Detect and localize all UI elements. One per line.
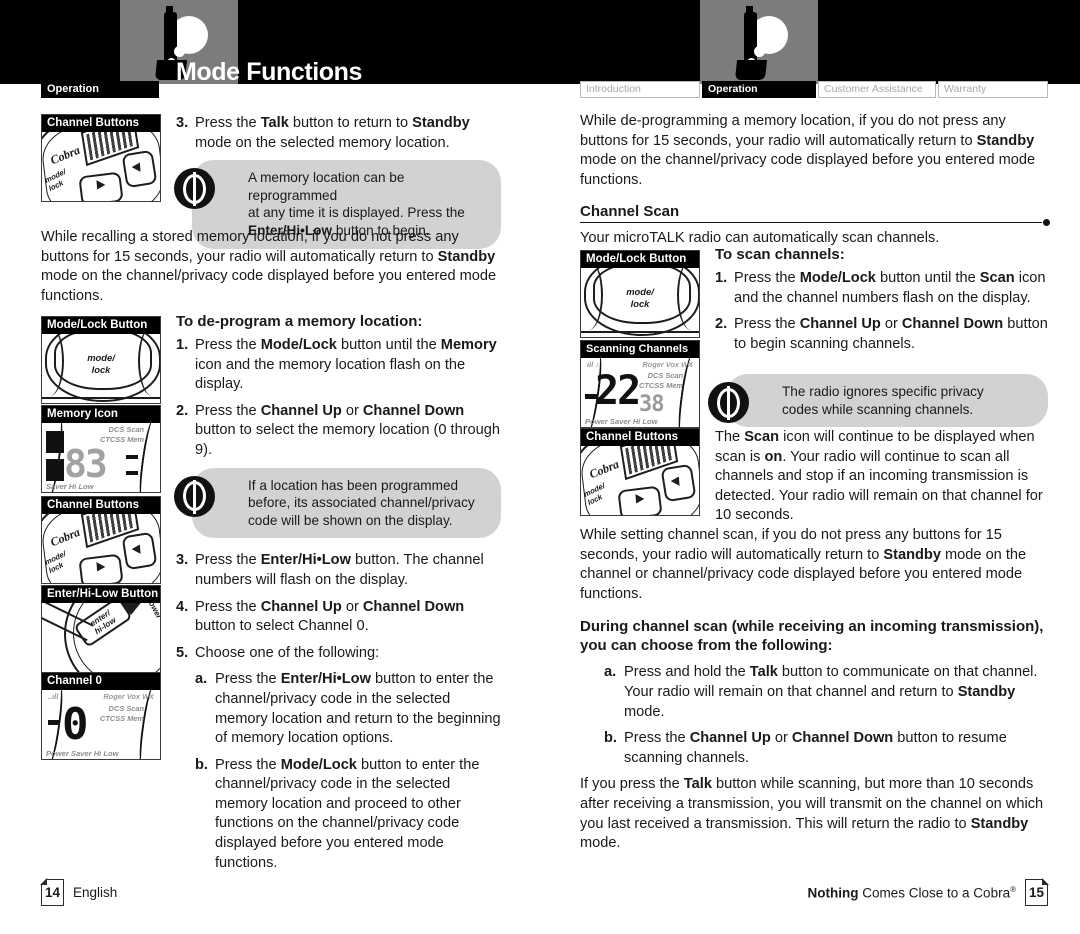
step-1: 1. Press the Mode/Lock button until the … bbox=[176, 337, 497, 393]
figure-art: mode/lock bbox=[42, 334, 160, 403]
step-4: 4. Press the Channel Up or Channel Down … bbox=[176, 598, 465, 635]
para-final: If you press the Talk button while scann… bbox=[580, 776, 1044, 852]
para-scan-icon: The Scan icon will continue to be displa… bbox=[715, 429, 1043, 524]
scan-substep-a: a. Press and hold the Talk button to com… bbox=[604, 664, 1038, 720]
step-3b: 3. Press the Enter/Hi•Low button. The ch… bbox=[176, 552, 484, 588]
heading-deprogram: To de-program a memory location: bbox=[176, 313, 423, 330]
figure-scanning-channels: Scanning Channels ıll ♪ Roger Vox WX DCS… bbox=[580, 340, 700, 428]
section-tabs: Introduction Operation Customer Assistan… bbox=[580, 81, 1048, 98]
figure-art: mode/lock bbox=[581, 268, 699, 337]
footer-right: Nothing Comes Close to a Cobra® 15 bbox=[807, 878, 1049, 906]
lcd-digits: 22 bbox=[595, 368, 641, 414]
lcd-footer: Power Saver Hi Low bbox=[585, 417, 658, 426]
heading-dot bbox=[1043, 219, 1050, 227]
figure-mode-lock-button-right: Mode/Lock Button mode/lock bbox=[580, 250, 700, 338]
tip-callout-programmed: If a location has been programmed before… bbox=[174, 467, 501, 539]
figure-art: DCS Scan CTCSS Mem 83 Saver Hi Low bbox=[42, 423, 160, 492]
right-column-bottom: While setting channel scan, if you do no… bbox=[580, 526, 1050, 867]
to-scan-block: To scan channels: 1. Press the Mode/Lock… bbox=[715, 246, 1050, 361]
tip-callout-privacy-codes: The radio ignores specific privacy codes… bbox=[708, 374, 1048, 428]
figure-channel-buttons-right: Channel Buttons Cobra mode/lock bbox=[580, 428, 700, 516]
scan-step-1: 1. Press the Mode/Lock button until the … bbox=[715, 270, 1046, 306]
mode-lock-label: mode/lock bbox=[626, 286, 654, 309]
figure-caption: Channel Buttons bbox=[42, 497, 160, 514]
figure-art: ıll ♪ Roger Vox WX DCS Scan CTCSS Mem 22… bbox=[581, 358, 699, 427]
step-3: 3. Press the Talk button to return to St… bbox=[176, 115, 470, 151]
figure-channel-buttons: Channel Buttons Cobra mode/lock bbox=[41, 114, 161, 202]
tip-wrap-right: The radio ignores specific privacy codes… bbox=[708, 374, 1048, 428]
figure-caption: Mode/Lock Button bbox=[42, 317, 160, 334]
step-2: 2. Press the Channel Up or Channel Down … bbox=[176, 402, 501, 458]
info-icon bbox=[708, 382, 749, 423]
heading-during-scan: During channel scan (while receiving an … bbox=[580, 618, 1044, 655]
figure-art: ..ıll Roger Vox WX DCS Scan CTCSS Mem 0 … bbox=[42, 690, 160, 759]
figure-enter-hilow-button: Enter/Hi-Low Button Power enter/hi-low bbox=[41, 585, 161, 673]
during-scan-substeps: a. Press and hold the Talk button to com… bbox=[604, 663, 1050, 768]
radio-icon bbox=[724, 6, 794, 80]
lcd-tags-top: DCS Scan bbox=[108, 425, 144, 434]
figure-art: Cobra mode/lock bbox=[581, 446, 699, 515]
figure-channel-buttons-2: Channel Buttons Cobra mode/lock bbox=[41, 496, 161, 584]
lcd-tags-top: DCS Scan bbox=[108, 704, 144, 713]
heading-channel-scan: Channel Scan bbox=[580, 203, 1050, 227]
manual-page-spread: Mode Functions Operation Introduction Op… bbox=[0, 0, 1080, 934]
tab-operation[interactable]: Operation bbox=[702, 81, 816, 98]
right-column-top: While de-programming a memory location, … bbox=[580, 112, 1050, 255]
para-deprogramming: While de-programming a memory location, … bbox=[580, 113, 1036, 188]
page-number-right: 15 bbox=[1025, 878, 1049, 906]
lcd-digits: 0 bbox=[62, 699, 88, 750]
figure-art: Power enter/hi-low bbox=[42, 603, 160, 672]
figure-caption: Memory Icon bbox=[42, 406, 160, 423]
lcd-footer: Saver Hi Low bbox=[46, 482, 94, 491]
figure-art: Cobra mode/lock bbox=[42, 132, 160, 201]
heading-rule bbox=[580, 221, 1042, 224]
substep-b: b. Press the Mode/Lock button to enter t… bbox=[195, 756, 480, 871]
scan-substep-b: b. Press the Channel Up or Channel Down … bbox=[604, 730, 1007, 766]
tab-warranty[interactable]: Warranty bbox=[938, 81, 1048, 98]
lcd-tags-bottom: CTCSS Mem bbox=[100, 714, 144, 723]
info-icon bbox=[174, 168, 215, 210]
figure-art: Cobra mode/lock bbox=[42, 514, 160, 583]
page-title: Mode Functions bbox=[176, 58, 363, 86]
footer-left: 14 English bbox=[40, 878, 118, 906]
mode-lock-label: mode/lock bbox=[87, 352, 115, 375]
figure-caption: Enter/Hi-Low Button bbox=[42, 586, 160, 603]
lcd-digits: 83 bbox=[64, 442, 108, 486]
figure-channel-0: Channel 0 ..ıll Roger Vox WX DCS Scan CT… bbox=[41, 672, 161, 760]
logo-box-right bbox=[700, 0, 818, 84]
para-recall: While recalling a stored memory location… bbox=[41, 229, 497, 304]
tab-customer-assistance[interactable]: Customer Assistance bbox=[818, 81, 936, 98]
page-number-left: 14 bbox=[40, 878, 64, 906]
step-5: 5. Choose one of the following: bbox=[176, 644, 380, 661]
heading-to-scan-channels: To scan channels: bbox=[715, 246, 845, 263]
substep-a: a. Press the Enter/Hi•Low button to ente… bbox=[195, 671, 501, 747]
deprogram-block: To de-program a memory location: 1. Pres… bbox=[174, 313, 501, 880]
figure-caption: Scanning Channels bbox=[581, 341, 699, 358]
scan-step-2: 2. Press the Channel Up or Channel Down … bbox=[715, 316, 1048, 352]
info-icon bbox=[174, 475, 215, 517]
lcd-subdigits: 38 bbox=[639, 392, 664, 417]
figure-caption: Channel Buttons bbox=[581, 429, 699, 446]
lcd-footer: Power Saver Hi Low bbox=[46, 749, 119, 758]
para-scan-icon-wrap: The Scan icon will continue to be displa… bbox=[715, 428, 1050, 539]
tab-introduction[interactable]: Introduction bbox=[580, 81, 700, 98]
page-language: English bbox=[73, 885, 118, 900]
figure-mode-lock-button: Mode/Lock Button mode/lock bbox=[41, 316, 161, 404]
figure-memory-icon: Memory Icon DCS Scan CTCSS Mem 83 Saver … bbox=[41, 405, 161, 493]
figure-caption: Channel Buttons bbox=[42, 115, 160, 132]
section-tag-operation: Operation bbox=[41, 81, 159, 98]
para-recall-wrap: While recalling a stored memory location… bbox=[41, 228, 501, 319]
tagline: Nothing Comes Close to a Cobra® bbox=[807, 884, 1016, 901]
para-setting-scan: While setting channel scan, if you do no… bbox=[580, 527, 1027, 602]
figure-caption: Channel 0 bbox=[42, 673, 160, 690]
